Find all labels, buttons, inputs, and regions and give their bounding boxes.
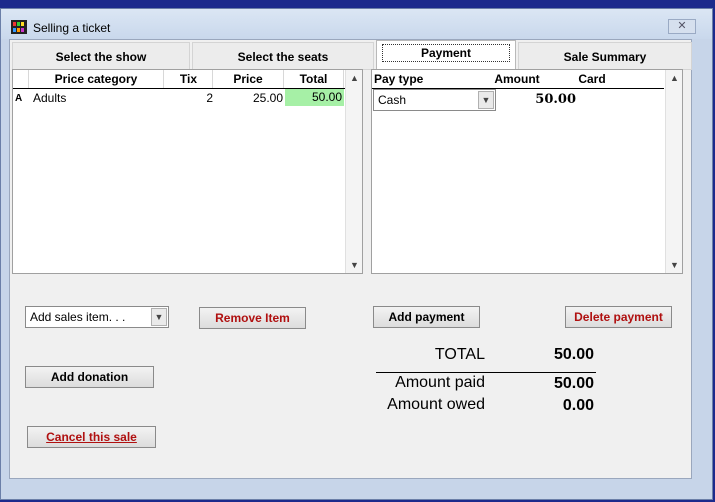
scroll-down-icon[interactable]: ▼ bbox=[350, 260, 359, 270]
pay-type-select[interactable]: Cash ▼ bbox=[373, 89, 496, 111]
column-header-pay-type[interactable]: Pay type bbox=[372, 70, 472, 88]
column-header-total[interactable]: Total bbox=[284, 70, 344, 88]
scroll-up-icon[interactable]: ▲ bbox=[670, 73, 679, 83]
tab-select-seats[interactable]: Select the seats bbox=[192, 42, 374, 70]
row-header-column bbox=[13, 70, 29, 88]
close-icon: ✕ bbox=[677, 20, 687, 32]
tab-payment-label: Payment bbox=[381, 44, 511, 62]
chevron-down-icon[interactable]: ▼ bbox=[151, 308, 167, 326]
payments-scrollbar[interactable]: ▲ ▼ bbox=[665, 70, 682, 273]
items-scrollbar[interactable]: ▲ ▼ bbox=[345, 70, 362, 273]
tab-sale-summary[interactable]: Sale Summary bbox=[518, 42, 692, 70]
payment-amount: 50.00 bbox=[535, 92, 576, 107]
add-sales-item-select[interactable]: Add sales item. . . ▼ bbox=[25, 306, 169, 328]
summary-divider bbox=[376, 372, 596, 373]
amount-paid-label: Amount paid bbox=[395, 374, 485, 391]
items-table[interactable]: Price category Tix Price Total A Adults … bbox=[12, 69, 363, 274]
title-bar[interactable]: Selling a ticket ✕ bbox=[1, 9, 712, 39]
tab-bar: Select the show Select the seats Payment… bbox=[10, 40, 692, 70]
column-header-price-category[interactable]: Price category bbox=[29, 70, 164, 88]
cancel-sale-button[interactable]: Cancel this sale bbox=[27, 426, 156, 448]
add-donation-button[interactable]: Add donation bbox=[25, 366, 154, 388]
selling-ticket-window: Selling a ticket ✕ Select the show Selec… bbox=[0, 8, 713, 500]
amount-paid-value: 50.00 bbox=[553, 375, 594, 392]
pay-type-value: Cash bbox=[378, 93, 407, 107]
column-header-amount[interactable]: Amount bbox=[482, 70, 552, 88]
row-tix: 2 bbox=[206, 91, 213, 105]
delete-payment-button[interactable]: Delete payment bbox=[565, 306, 672, 328]
scroll-down-icon[interactable]: ▼ bbox=[670, 260, 679, 270]
add-sales-item-value: Add sales item. . . bbox=[30, 310, 126, 324]
row-marker: A bbox=[15, 93, 23, 104]
column-header-tix[interactable]: Tix bbox=[164, 70, 213, 88]
scroll-up-icon[interactable]: ▲ bbox=[350, 73, 359, 83]
row-category: Adults bbox=[33, 91, 67, 105]
close-button[interactable]: ✕ bbox=[668, 19, 696, 34]
client-area: Select the show Select the seats Payment… bbox=[9, 39, 692, 479]
row-total: 50.00 bbox=[285, 89, 344, 106]
total-value: 50.00 bbox=[553, 346, 594, 363]
payments-table[interactable]: Pay type Amount Card Cash ▼ 50.00 ▲ ▼ bbox=[371, 69, 683, 274]
app-icon bbox=[11, 20, 27, 34]
window-title: Selling a ticket bbox=[33, 21, 111, 35]
amount-owed-value: 0.00 bbox=[562, 397, 594, 414]
add-payment-button[interactable]: Add payment bbox=[373, 306, 480, 328]
remove-item-button[interactable]: Remove Item bbox=[199, 307, 306, 329]
tab-payment[interactable]: Payment bbox=[376, 40, 516, 70]
tab-select-show[interactable]: Select the show bbox=[12, 42, 190, 70]
chevron-down-icon[interactable]: ▼ bbox=[478, 91, 494, 109]
column-header-card[interactable]: Card bbox=[562, 70, 622, 88]
total-label: TOTAL bbox=[434, 346, 485, 363]
row-price: 25.00 bbox=[252, 91, 283, 105]
amount-owed-label: Amount owed bbox=[387, 396, 485, 413]
column-header-price[interactable]: Price bbox=[213, 70, 284, 88]
